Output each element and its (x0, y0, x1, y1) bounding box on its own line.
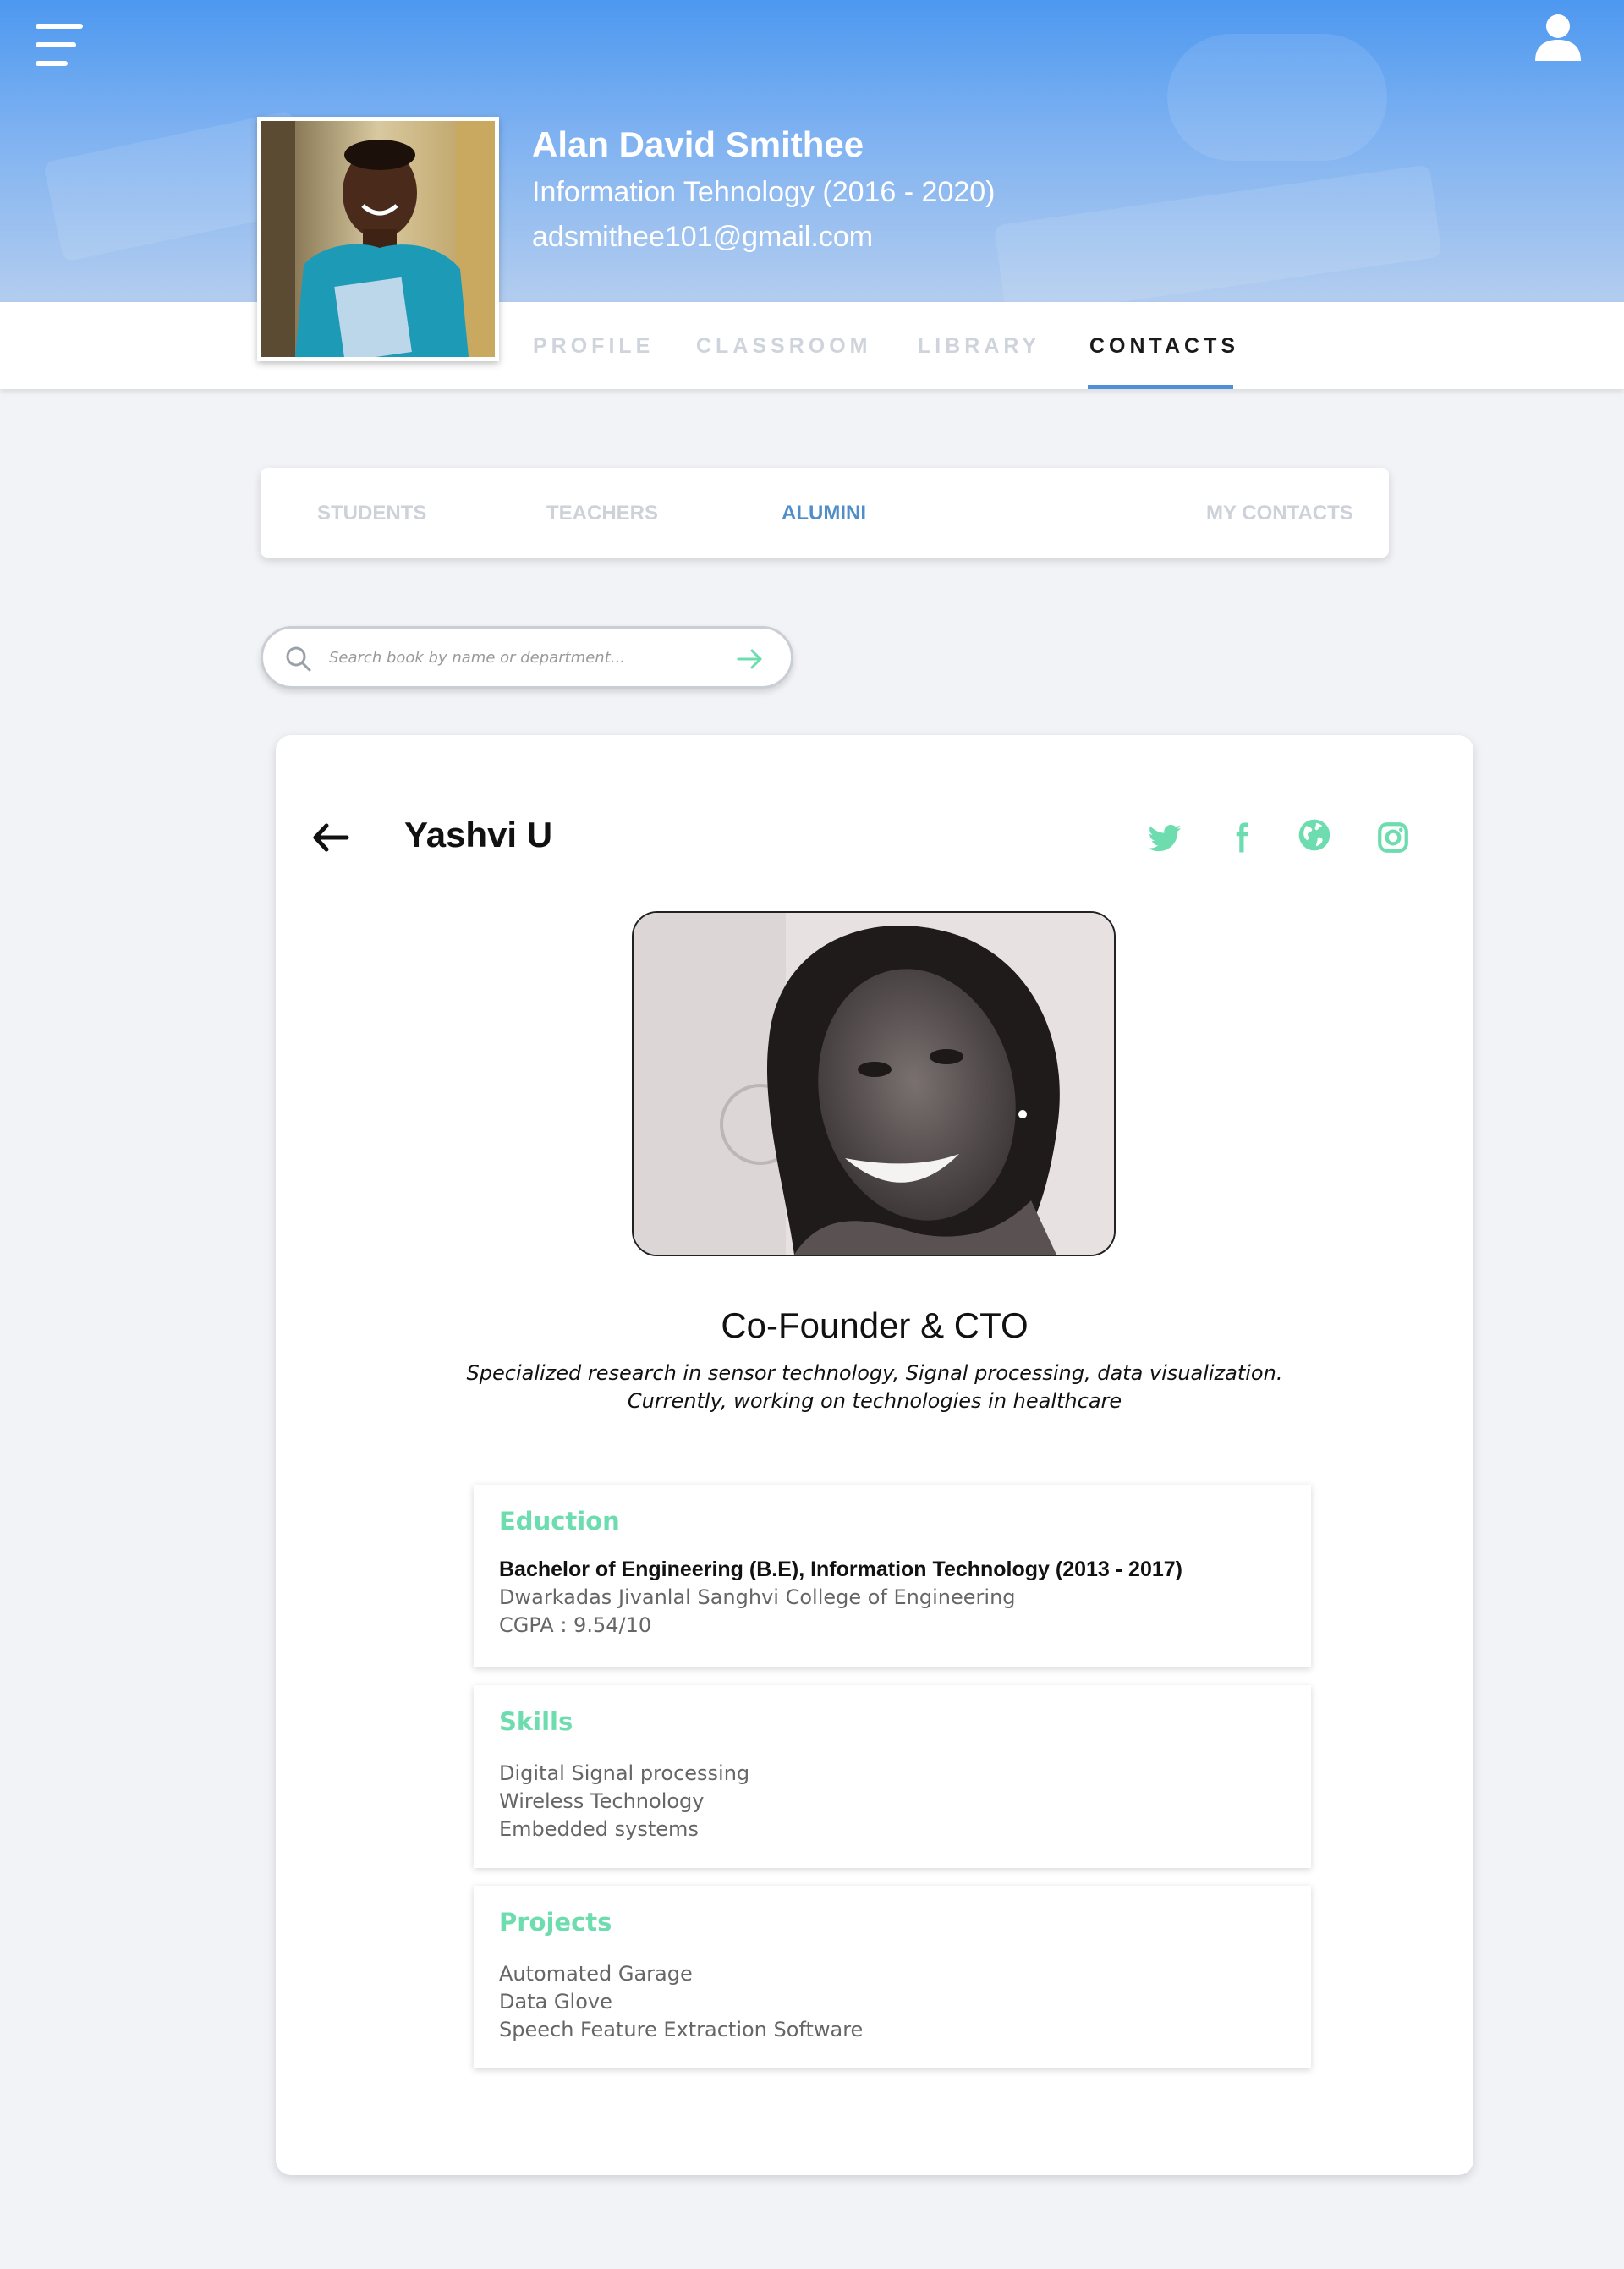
avatar[interactable] (257, 117, 499, 361)
tab-teachers[interactable]: TEACHERS (546, 502, 658, 525)
avatar-photo (261, 121, 495, 357)
user-department: Information Tehnology (2016 - 2020) (532, 176, 996, 208)
education-title: Eduction (499, 1507, 620, 1536)
main-nav: PROFILE CLASSROOM LIBRARY CONTACTS (0, 302, 1624, 389)
instagram-icon[interactable] (1375, 820, 1411, 855)
education-cgpa: CGPA : 9.54/10 (499, 1613, 652, 1637)
contact-portrait-image (634, 913, 1114, 1255)
active-tab-indicator (1088, 385, 1233, 389)
search-bar (261, 626, 793, 689)
tab-alumini[interactable]: ALUMINI (782, 502, 866, 525)
hamburger-menu-icon[interactable] (36, 24, 83, 68)
skills-title: Skills (499, 1707, 573, 1736)
education-college: Dwarkadas Jivanlal Sanghvi College of En… (499, 1585, 1016, 1609)
globe-icon[interactable] (1296, 816, 1333, 854)
contact-photo (632, 911, 1116, 1256)
tab-classroom[interactable]: CLASSROOM (696, 334, 872, 359)
search-icon (286, 646, 311, 672)
projects-section: Projects Automated Garage Data Glove Spe… (474, 1886, 1311, 2068)
skills-section: Skills Digital Signal processing Wireles… (474, 1685, 1311, 1868)
tab-profile[interactable]: PROFILE (533, 334, 654, 359)
skill-item: Digital Signal processing (499, 1761, 750, 1785)
project-item: Automated Garage (499, 1962, 693, 1986)
skill-item: Wireless Technology (499, 1789, 705, 1813)
tab-contacts[interactable]: CONTACTS (1089, 334, 1239, 359)
education-section: Eduction Bachelor of Engineering (B.E), … (474, 1485, 1311, 1667)
contact-bio-line-1: Specialized research in sensor technolog… (466, 1361, 1283, 1385)
education-degree: Bachelor of Engineering (B.E), Informati… (499, 1558, 1182, 1581)
contact-name: Yashvi U (404, 815, 553, 854)
tab-library[interactable]: LIBRARY (918, 334, 1040, 359)
facebook-icon[interactable] (1223, 820, 1259, 855)
project-item: Speech Feature Extraction Software (499, 2018, 864, 2041)
projects-title: Projects (499, 1908, 612, 1937)
contact-bio-line-2: Currently, working on technologies in he… (627, 1389, 1122, 1413)
tab-students[interactable]: STUDENTS (317, 502, 426, 525)
contact-detail-card: Yashvi U Co-Founder & CTO Specialized re… (276, 735, 1473, 2175)
back-arrow-icon[interactable] (311, 822, 350, 853)
arrow-right-icon[interactable] (735, 644, 765, 674)
user-identity: Alan David Smithee Information Tehnology… (532, 124, 996, 252)
tab-my-contacts[interactable]: MY CONTACTS (1206, 502, 1353, 525)
contact-bio: Specialized research in sensor technolog… (276, 1360, 1473, 1415)
user-email[interactable]: adsmithee101@gmail.com (532, 223, 996, 251)
search-input[interactable] (329, 640, 701, 674)
contact-category-tabs: STUDENTS TEACHERS ALUMINI MY CONTACTS (261, 468, 1389, 558)
contact-role: Co-Founder & CTO (721, 1305, 1029, 1345)
skill-item: Embedded systems (499, 1817, 699, 1841)
project-item: Data Glove (499, 1990, 612, 2014)
profile-header-banner: Alan David Smithee Information Tehnology… (0, 0, 1624, 302)
user-icon[interactable] (1533, 12, 1583, 63)
user-name: Alan David Smithee (532, 124, 864, 164)
twitter-icon[interactable] (1147, 820, 1182, 855)
